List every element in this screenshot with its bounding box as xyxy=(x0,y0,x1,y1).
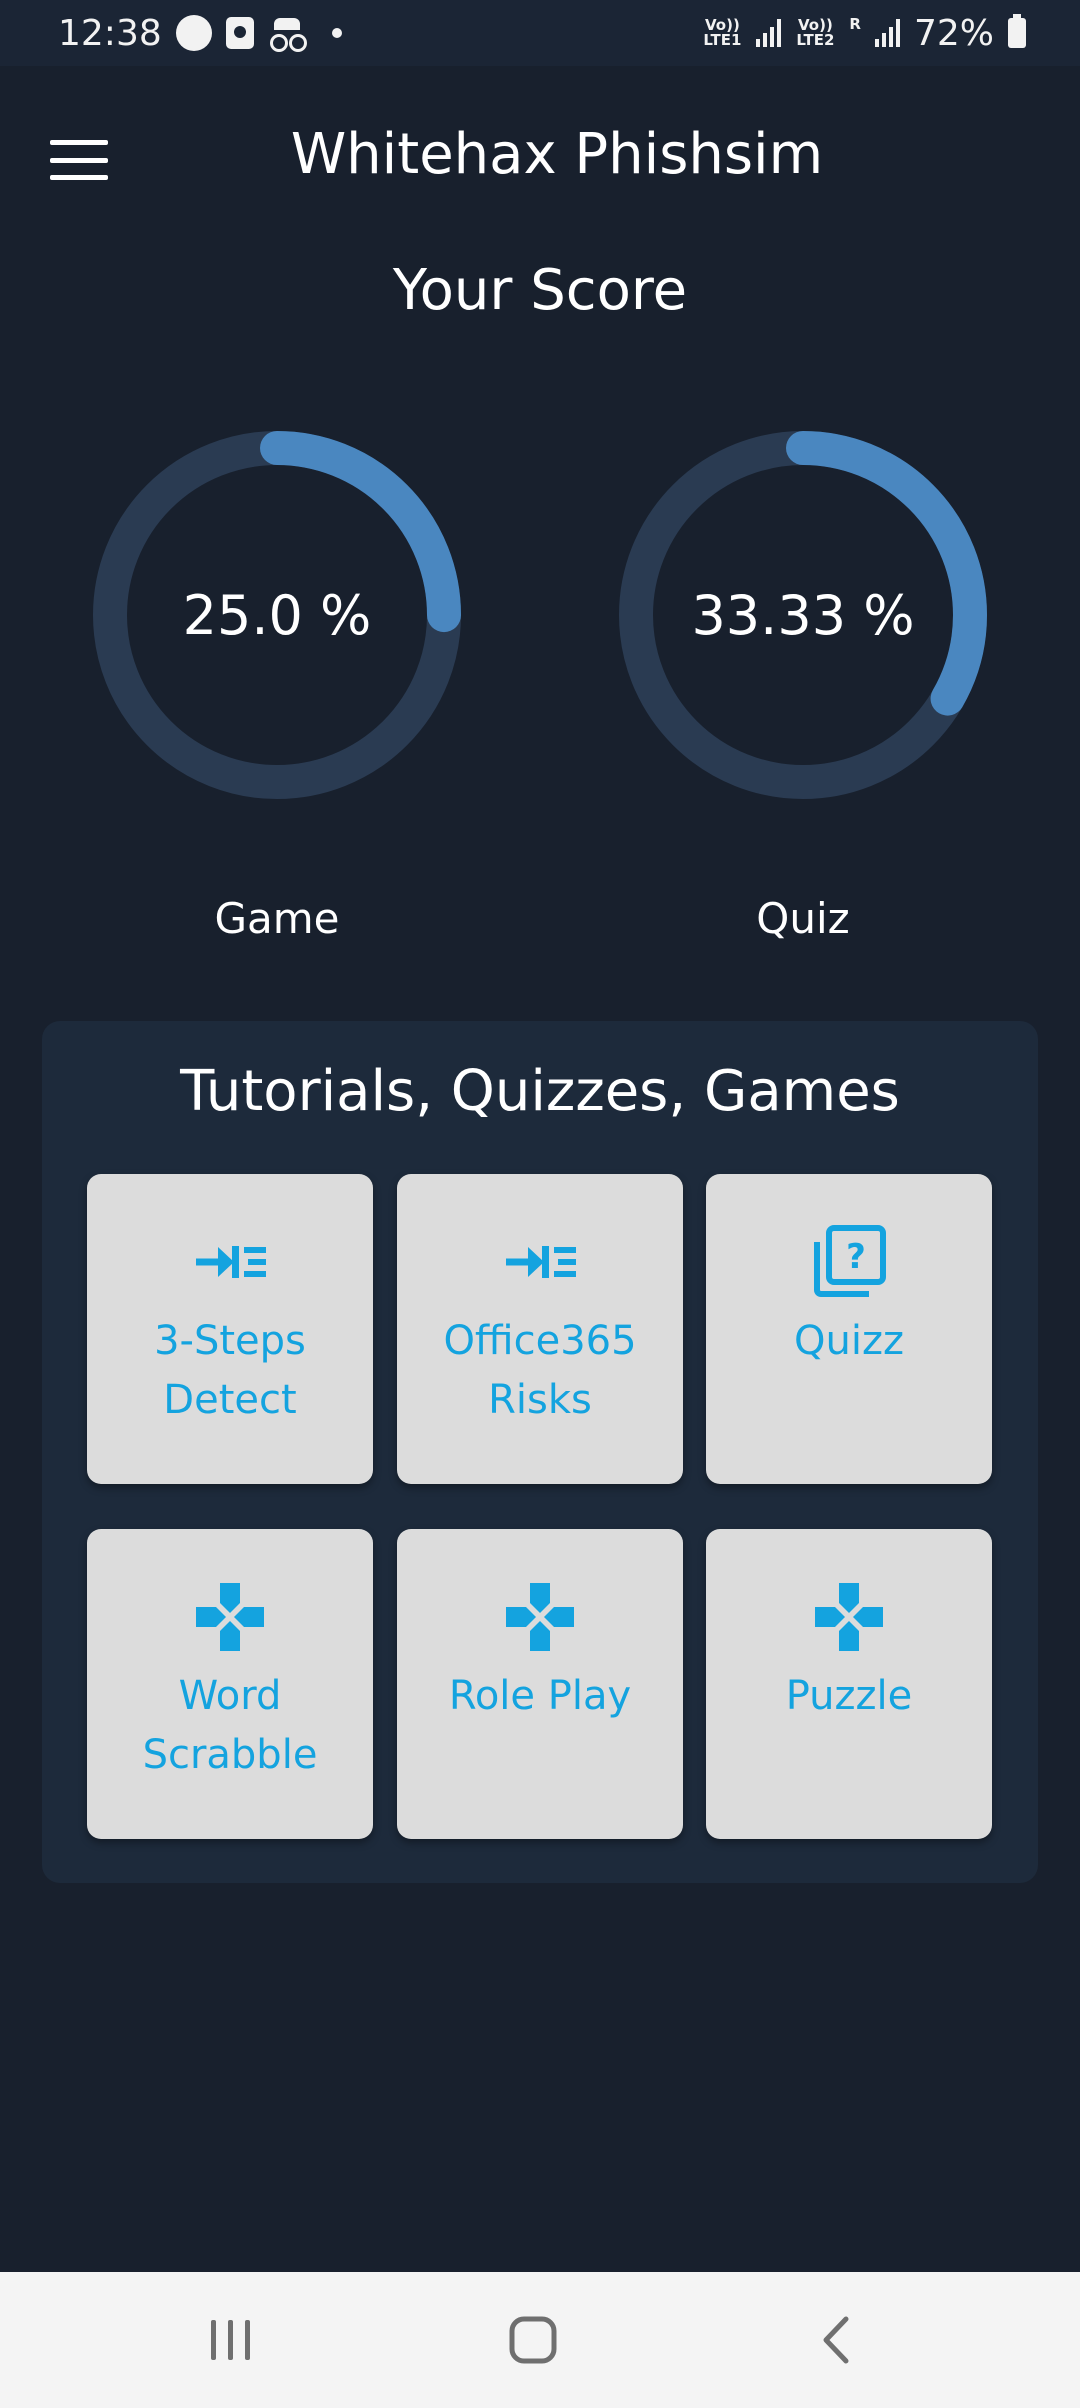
notification-app-icon xyxy=(225,17,254,49)
game-score-value: 25.0 % xyxy=(182,583,372,647)
quiz-score-value: 33.33 % xyxy=(691,583,915,647)
incognito-icon xyxy=(268,18,306,52)
gamepad-icon xyxy=(192,1579,268,1655)
tile-3-steps-detect[interactable]: 3-Steps Detect xyxy=(87,1174,373,1484)
status-bar: 12:38 Vo)) LTE1 Vo)) LTE2 R 72% xyxy=(0,0,1080,66)
quiz-score-label: Quiz xyxy=(756,894,850,943)
more-notifications-dot-icon xyxy=(331,28,342,38)
game-score-ring: 25.0 % xyxy=(92,430,462,800)
tile-word-scrabble[interactable]: Word Scrabble xyxy=(87,1529,373,1839)
battery-icon xyxy=(1008,14,1026,48)
tile-label: Puzzle xyxy=(785,1673,913,1719)
gamepad-icon xyxy=(502,1579,578,1655)
sim1-signal-icon xyxy=(756,19,782,47)
tile-label: Office365 Risks xyxy=(443,1318,637,1423)
quiz-score-ring: 33.33 % xyxy=(618,430,988,800)
quiz-question-icon: ? xyxy=(811,1224,887,1300)
roaming-label: R xyxy=(849,14,861,33)
tile-label: Quizz xyxy=(794,1318,904,1364)
tile-role-play[interactable]: Role Play xyxy=(397,1529,683,1839)
battery-percent: 72% xyxy=(913,12,994,54)
tile-puzzle[interactable]: Puzzle xyxy=(706,1529,992,1839)
steps-arrow-icon xyxy=(502,1224,578,1300)
sim1-network-label: Vo)) LTE1 xyxy=(703,16,742,49)
app-title: Whitehax Phishsim xyxy=(290,122,824,187)
steps-arrow-icon xyxy=(192,1224,268,1300)
tile-label: 3-Steps Detect xyxy=(154,1318,306,1423)
tile-quizz[interactable]: ? Quizz xyxy=(706,1174,992,1484)
status-right: Vo)) LTE1 Vo)) LTE2 R 72% xyxy=(702,13,1026,54)
tutorials-title: Tutorials, Quizzes, Games xyxy=(180,1059,900,1124)
home-icon[interactable] xyxy=(433,2272,633,2408)
recent-apps-icon[interactable] xyxy=(131,2272,331,2408)
phone-call-icon xyxy=(175,15,212,51)
score-title: Your Score xyxy=(392,258,688,323)
sim2-signal-icon xyxy=(874,19,900,47)
back-icon[interactable] xyxy=(736,2272,936,2408)
svg-text:?: ? xyxy=(846,1237,866,1277)
tile-label: Word Scrabble xyxy=(142,1673,318,1778)
tutorials-panel: Tutorials, Quizzes, Games 3-Steps Detect… xyxy=(42,1021,1038,1883)
sim2-network-label: Vo)) LTE2 xyxy=(796,16,835,49)
status-time: 12:38 xyxy=(58,12,162,54)
status-left: 12:38 xyxy=(58,13,342,54)
game-score-label: Game xyxy=(214,894,340,943)
system-nav-bar xyxy=(0,2272,1080,2408)
tile-label: Role Play xyxy=(448,1673,632,1719)
gamepad-icon xyxy=(811,1579,887,1655)
tile-office365-risks[interactable]: Office365 Risks xyxy=(397,1174,683,1484)
